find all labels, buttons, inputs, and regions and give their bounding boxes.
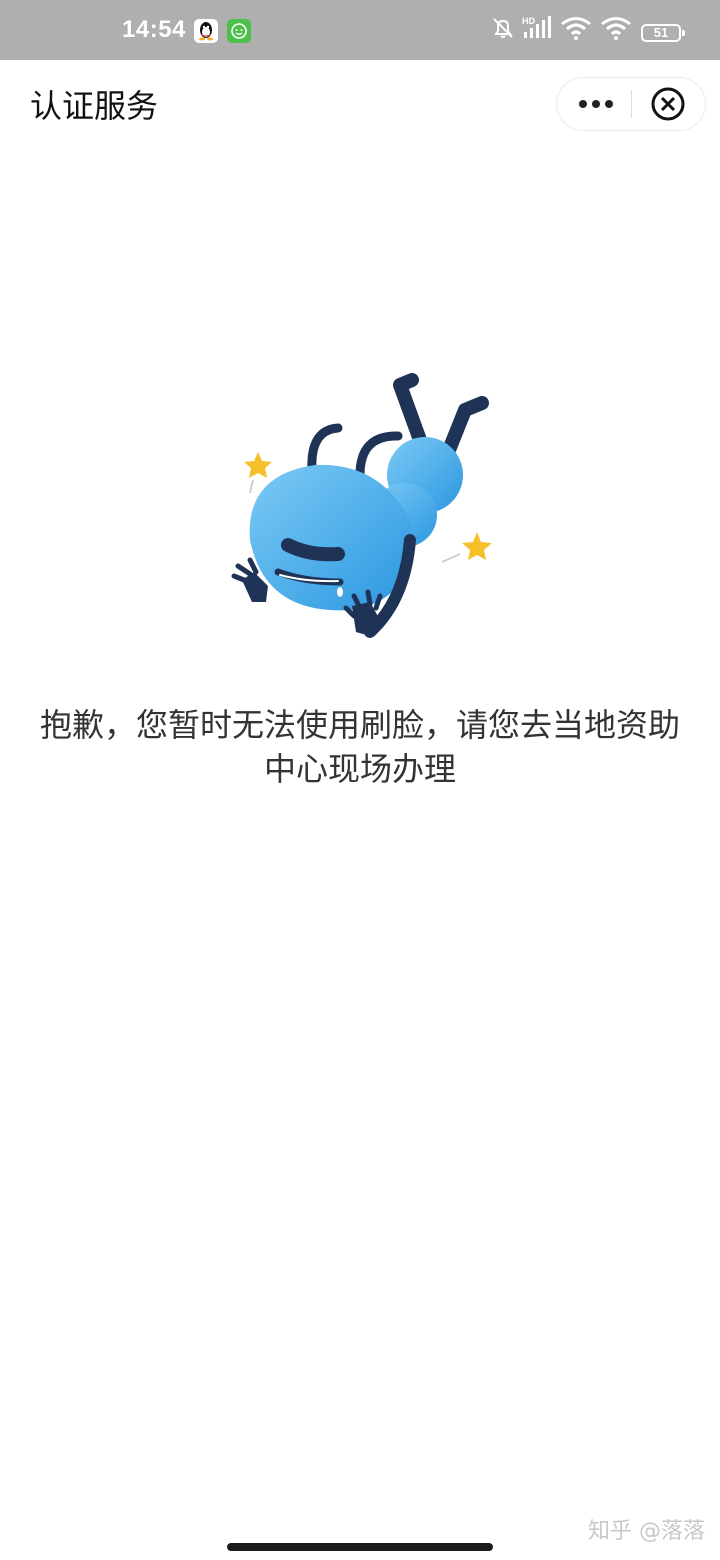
status-time: 14:54	[122, 16, 186, 43]
page-title: 认证服务	[30, 87, 159, 125]
green-app-icon	[227, 19, 251, 43]
more-button[interactable]	[557, 78, 631, 130]
hd-label: HD	[522, 16, 535, 26]
more-dot	[605, 100, 613, 108]
more-dots-icon	[579, 100, 587, 108]
watermark: 知乎 @落落	[588, 1519, 705, 1544]
home-indicator[interactable]	[227, 1543, 493, 1551]
nav-bar: 认证服务	[0, 60, 720, 148]
ant-mascot-illustration	[220, 370, 510, 650]
bell-off-icon	[490, 15, 516, 45]
wifi-icon	[600, 15, 632, 45]
close-circle-icon	[651, 87, 685, 121]
error-message: 抱歉，您暂时无法使用刷脸，请您去当地资助中心现场办理	[39, 706, 680, 788]
capsule-menu	[556, 77, 706, 131]
more-dot	[592, 100, 600, 108]
signal-icon: HD	[520, 14, 552, 46]
wifi-icon	[560, 15, 592, 45]
screen: 14:54 HD 51 认证服务 抱歉，您暂时无法使用刷脸，请您去当地资助中心现…	[0, 0, 720, 1560]
battery-icon: 51	[641, 24, 685, 42]
close-button[interactable]	[632, 78, 707, 130]
qq-icon	[194, 19, 218, 43]
status-bar: 14:54 HD 51	[0, 0, 720, 60]
